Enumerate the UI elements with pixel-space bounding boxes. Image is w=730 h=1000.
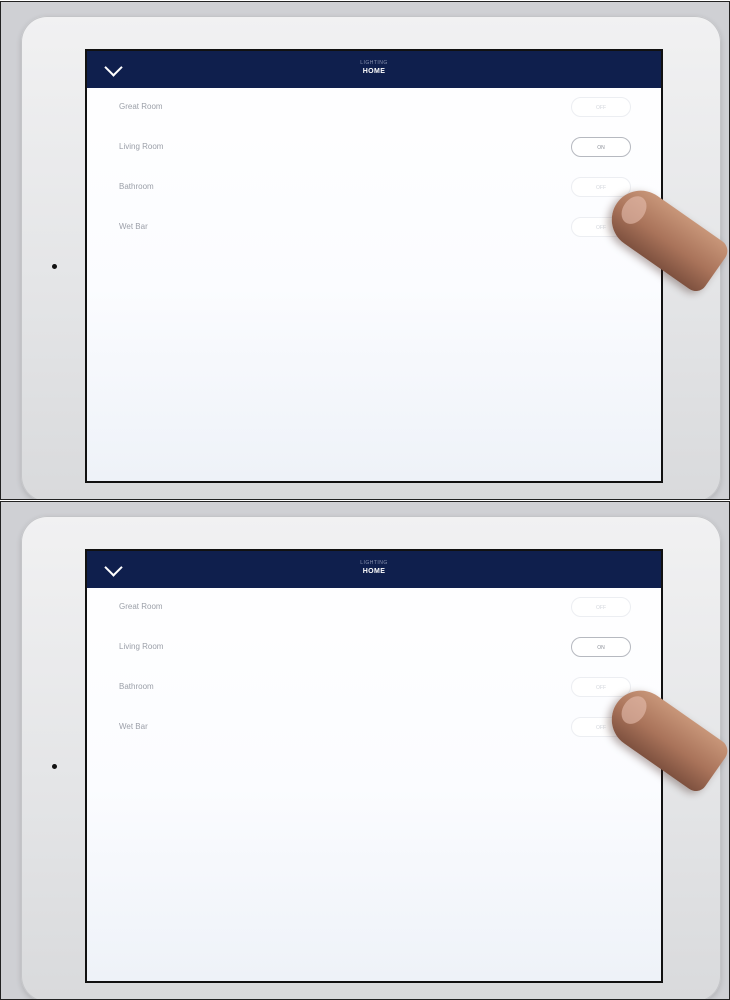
tablet-screen: LIGHTING HOME Great Room OFF Living Room…	[85, 549, 663, 983]
tablet-device: LIGHTING HOME Great Room OFF Living Room…	[21, 516, 721, 999]
room-label: Living Room	[119, 142, 164, 151]
room-row-living-room: Living Room ON	[87, 628, 661, 668]
room-label: Bathroom	[119, 682, 154, 691]
header-title: HOME	[362, 68, 386, 75]
light-toggle-living-room[interactable]: ON	[571, 637, 631, 657]
fingernail	[616, 191, 652, 229]
camera-lens	[52, 764, 57, 769]
light-toggle-great-room[interactable]: OFF	[571, 597, 631, 617]
room-row-wet-bar: Wet Bar OFF	[87, 708, 661, 748]
room-row-great-room: Great Room OFF	[87, 88, 661, 128]
room-label: Great Room	[119, 602, 163, 611]
room-row-great-room: Great Room OFF	[87, 588, 661, 628]
room-row-wet-bar: Wet Bar OFF	[87, 208, 661, 248]
room-list: Great Room OFF Living Room ON Bathroom O…	[87, 588, 661, 748]
room-list: Great Room OFF Living Room ON Bathroom O…	[87, 88, 661, 248]
header-subtitle: LIGHTING	[360, 560, 388, 566]
header-title: HOME	[362, 568, 386, 575]
room-row-living-room: Living Room ON	[87, 128, 661, 168]
room-label: Wet Bar	[119, 722, 148, 731]
room-label: Great Room	[119, 102, 163, 111]
room-label: Wet Bar	[119, 222, 148, 231]
room-row-bathroom: Bathroom OFF	[87, 668, 661, 708]
header-titles: LIGHTING HOME	[87, 560, 661, 576]
light-toggle-bathroom[interactable]: OFF	[571, 677, 631, 697]
app-header: LIGHTING HOME	[87, 551, 661, 588]
camera-lens	[52, 264, 57, 269]
tablet-screen: LIGHTING HOME Great Room OFF Living Room…	[85, 49, 663, 483]
header-subtitle: LIGHTING	[360, 60, 388, 66]
fingernail	[616, 691, 652, 729]
light-toggle-bathroom[interactable]: OFF	[571, 177, 631, 197]
screenshot-bottom: LIGHTING HOME Great Room OFF Living Room…	[0, 501, 730, 1000]
light-toggle-great-room[interactable]: OFF	[571, 97, 631, 117]
room-label: Bathroom	[119, 182, 154, 191]
header-titles: LIGHTING HOME	[87, 60, 661, 76]
room-row-bathroom: Bathroom OFF	[87, 168, 661, 208]
room-label: Living Room	[119, 642, 164, 651]
screenshot-top: LIGHTING HOME Great Room OFF Living Room…	[0, 1, 730, 500]
light-toggle-living-room[interactable]: ON	[571, 137, 631, 157]
app-header: LIGHTING HOME	[87, 51, 661, 88]
tablet-device: LIGHTING HOME Great Room OFF Living Room…	[21, 16, 721, 499]
